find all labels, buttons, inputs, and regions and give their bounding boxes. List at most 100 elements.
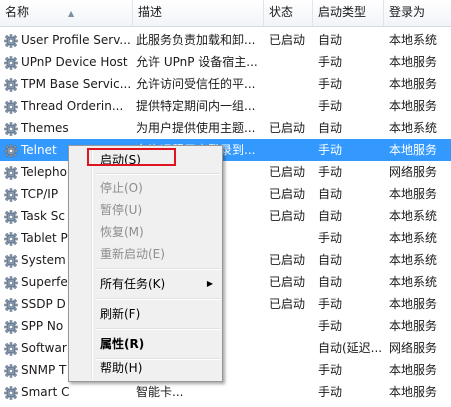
- service-description: 允许访问受信任的平...: [136, 77, 256, 91]
- gear-icon: [4, 187, 18, 202]
- col-description-label: 描述: [138, 5, 163, 19]
- menu-properties[interactable]: 属性(R): [69, 333, 220, 355]
- service-startup-type: 自动(延迟...: [318, 341, 383, 355]
- service-startup-type: 手动: [318, 319, 343, 333]
- highlight-box: [87, 148, 176, 166]
- table-row[interactable]: UPnP Device Host 允许 UPnP 设备宿主... 手动 本地服务: [0, 51, 451, 73]
- menu-all-tasks-label: 所有任务(K): [100, 277, 166, 291]
- gear-icon: [4, 231, 18, 246]
- service-logon-as: 网络服务: [389, 165, 438, 179]
- service-status: 已启动: [269, 121, 306, 135]
- col-logon-as[interactable]: 登录为: [384, 0, 451, 26]
- column-header: 名称 ▲ 描述 状态 启动类型 登录为: [0, 0, 451, 27]
- gear-icon: [4, 297, 18, 312]
- service-description: 允许 UPnP 设备宿主...: [136, 55, 258, 69]
- service-description: 智能卡...: [136, 385, 184, 399]
- table-row[interactable]: Themes 为用户提供使用主题... 已启动 自动 本地系统: [0, 117, 451, 139]
- service-logon-as: 本地系统: [389, 209, 438, 223]
- service-logon-as: 本地服务: [389, 55, 438, 69]
- service-logon-as: 本地系统: [389, 253, 438, 267]
- service-startup-type: 手动: [318, 99, 343, 113]
- gear-icon: [4, 385, 18, 400]
- menu-separator: [95, 173, 220, 175]
- gear-icon: [4, 165, 18, 180]
- service-description: 为用户提供使用主题...: [136, 121, 256, 135]
- context-menu: 启动(S) 停止(O) 暂停(U) 恢复(M) 重新启动(E) 所有任务(K) ▶…: [68, 145, 223, 382]
- service-startup-type: 手动: [318, 231, 343, 245]
- service-status: [269, 359, 313, 381]
- service-status: 已启动: [269, 297, 306, 311]
- service-status: 已启动: [269, 165, 306, 179]
- service-startup-type: 手动: [318, 165, 343, 179]
- service-status: [269, 381, 313, 403]
- table-row[interactable]: User Profile Serv... 此服务负责加载和卸... 已启动 自动 本地系…: [0, 29, 451, 51]
- col-description[interactable]: 描述: [133, 0, 264, 26]
- service-logon-as: 本地服务: [389, 363, 438, 377]
- service-startup-type: 手动: [318, 55, 343, 69]
- service-logon-as: 本地服务: [389, 143, 438, 157]
- triangle-right-icon: ▶: [206, 279, 213, 288]
- service-startup-type: 自动: [318, 33, 343, 47]
- col-name-label: 名称: [5, 5, 30, 19]
- service-startup-type: 自动: [318, 209, 343, 223]
- service-startup-type: 手动: [318, 297, 343, 311]
- service-logon-as: 本地服务: [389, 77, 438, 91]
- menu-all-tasks[interactable]: 所有任务(K) ▶: [69, 273, 220, 295]
- service-status: [269, 139, 313, 161]
- service-status: [269, 73, 313, 95]
- col-startup-type[interactable]: 启动类型: [313, 0, 384, 26]
- gear-icon: [4, 341, 18, 356]
- col-status-label: 状态: [269, 5, 294, 19]
- service-status: [269, 227, 313, 249]
- menu-help[interactable]: 帮助(H): [69, 357, 220, 379]
- gear-icon: [4, 33, 18, 48]
- service-name: Smart C: [21, 385, 70, 399]
- service-status: [269, 337, 313, 359]
- gear-icon: [4, 121, 18, 136]
- service-status: 已启动: [269, 33, 306, 47]
- table-row[interactable]: TPM Base Servic... 允许访问受信任的平... 手动 本地服务: [0, 73, 451, 95]
- menu-restart[interactable]: 重新启动(E): [69, 243, 220, 265]
- menu-stop[interactable]: 停止(O): [69, 177, 220, 199]
- service-logon-as: 本地服务: [389, 187, 438, 201]
- service-logon-as: 本地系统: [389, 275, 438, 289]
- service-status: [269, 95, 313, 117]
- gear-icon: [4, 319, 18, 334]
- service-status: 已启动: [269, 275, 306, 289]
- gear-icon: [4, 77, 18, 92]
- service-logon-as: 本地服务: [389, 385, 438, 399]
- menu-refresh[interactable]: 刷新(F): [69, 303, 220, 325]
- gear-icon: [4, 55, 18, 70]
- service-startup-type: 手动: [318, 77, 343, 91]
- col-logon-as-label: 登录为: [389, 5, 426, 19]
- service-name: User Profile Serv...: [21, 33, 131, 47]
- table-row[interactable]: Thread Orderin... 提供特定期间内一组... 手动 本地服务: [0, 95, 451, 117]
- menu-resume[interactable]: 恢复(M): [69, 221, 220, 243]
- menu-pause[interactable]: 暂停(U): [69, 199, 220, 221]
- menu-separator: [95, 328, 220, 330]
- menu-separator: [95, 268, 220, 270]
- service-status: 已启动: [269, 187, 306, 201]
- col-name[interactable]: 名称 ▲: [0, 0, 133, 26]
- service-name: Themes: [21, 121, 69, 135]
- service-logon-as: 本地系统: [389, 231, 438, 245]
- service-startup-type: 手动: [318, 385, 343, 399]
- gear-icon: [4, 209, 18, 224]
- gear-icon: [4, 143, 18, 158]
- table-row[interactable]: Smart C 智能卡... 手动 本地服务: [0, 381, 451, 403]
- menu-separator: [95, 298, 220, 300]
- service-startup-type: 手动: [318, 363, 343, 377]
- service-logon-as: 本地系统: [389, 121, 438, 135]
- service-startup-type: 自动: [318, 187, 343, 201]
- service-name: TPM Base Servic...: [21, 77, 132, 91]
- service-description: 提供特定期间内一组...: [136, 99, 256, 113]
- service-name: UPnP Device Host: [21, 55, 128, 69]
- service-logon-as: 本地系统: [389, 33, 438, 47]
- gear-icon: [4, 99, 18, 114]
- chevron-up-icon: ▲: [68, 9, 75, 18]
- col-startup-type-label: 启动类型: [318, 5, 367, 19]
- service-status: [269, 51, 313, 73]
- service-logon-as: 本地服务: [389, 319, 438, 333]
- col-status[interactable]: 状态: [264, 0, 313, 26]
- service-name: Thread Orderin...: [21, 99, 124, 113]
